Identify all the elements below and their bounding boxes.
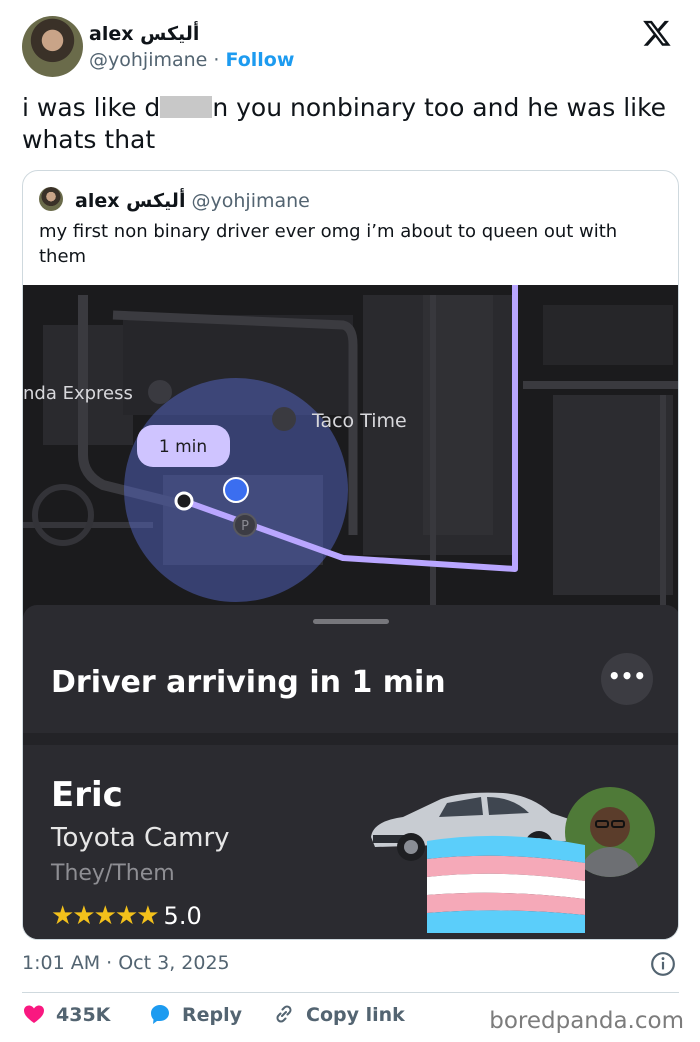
quoted-author-handle: @yohjimane — [191, 190, 310, 212]
quoted-tweet-header: alex أليكس @yohjimane — [39, 187, 310, 212]
censor-blur — [160, 96, 213, 118]
info-icon[interactable] — [650, 951, 676, 977]
heart-icon — [24, 1005, 44, 1023]
tweet-header: alex أليكس @yohjimane · Follow — [22, 16, 678, 78]
like-button[interactable]: 435K — [22, 1002, 110, 1026]
copy-link-label: Copy link — [306, 1004, 405, 1026]
author-name[interactable]: alex أليكس — [89, 23, 199, 45]
copy-link-button[interactable]: Copy link — [272, 1002, 405, 1026]
quoted-tweet[interactable]: alex أليكس @yohjimane my first non binar… — [22, 170, 679, 940]
tweet-text-start: i was like d — [22, 93, 161, 122]
sheet-grab-handle[interactable] — [313, 619, 389, 624]
watermark: boredpanda.com — [489, 1008, 684, 1034]
map-label-panda-express: nda Express — [23, 383, 133, 404]
trans-flag-icon — [427, 835, 585, 933]
driver-rating: ★★★★★ 5.0 — [51, 901, 202, 931]
map-view: P 1 min nda Express Taco Time — [23, 285, 678, 615]
map-label-taco-time: Taco Time — [311, 410, 407, 432]
follow-button[interactable]: Follow — [226, 49, 295, 71]
link-icon — [276, 1005, 292, 1023]
rating-value: 5.0 — [163, 902, 202, 930]
author-handle[interactable]: @yohjimane — [89, 49, 207, 71]
quoted-author-avatar — [39, 187, 63, 211]
driver-sheet: Driver arriving in 1 min ••• Eric Toyota… — [23, 605, 678, 939]
quoted-tweet-text: my first non binary driver ever omg i’m … — [39, 221, 618, 267]
author-handle-row: @yohjimane · Follow — [89, 49, 294, 71]
reply-bubble-icon — [151, 1005, 169, 1024]
driver-pronouns: They/Them — [51, 861, 175, 886]
author-avatar[interactable] — [22, 16, 83, 77]
quoted-author-name: alex أليكس — [75, 190, 186, 212]
arrival-status: Driver arriving in 1 min — [51, 665, 446, 700]
driver-name: Eric — [51, 775, 123, 815]
sheet-divider — [23, 733, 678, 745]
rideshare-screenshot[interactable]: P 1 min nda Express Taco Time Driver arr… — [23, 285, 678, 939]
parking-marker: P — [241, 519, 249, 534]
reply-button[interactable]: Reply — [148, 1002, 242, 1026]
actions-divider — [22, 992, 679, 993]
rating-stars-icon: ★★★★★ — [51, 901, 160, 931]
like-count: 435K — [56, 1004, 111, 1026]
reply-label: Reply — [182, 1004, 243, 1026]
x-logo-icon[interactable] — [642, 18, 672, 48]
tweet-text: i was like dn you nonbinary too and he w… — [22, 92, 682, 156]
more-options-icon[interactable]: ••• — [601, 653, 653, 705]
tweet-timestamp[interactable]: 1:01 AM · Oct 3, 2025 — [22, 952, 230, 974]
car-model: Toyota Camry — [51, 823, 230, 853]
separator-dot: · — [213, 49, 220, 71]
eta-bubble: 1 min — [159, 437, 207, 457]
